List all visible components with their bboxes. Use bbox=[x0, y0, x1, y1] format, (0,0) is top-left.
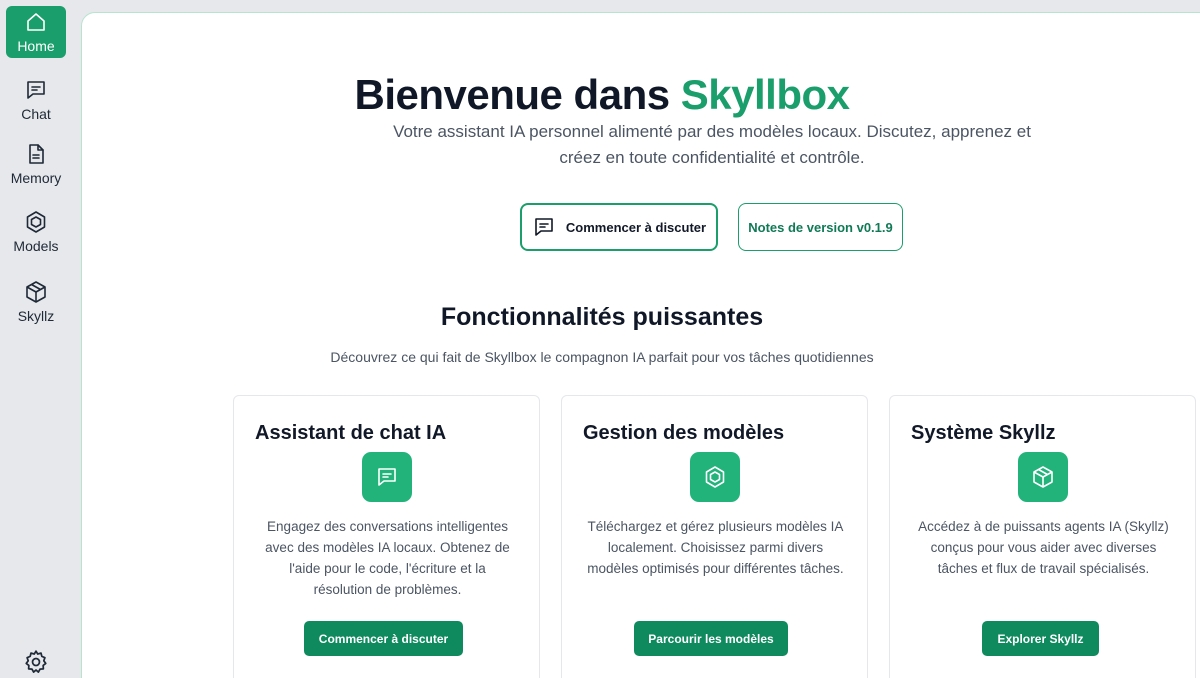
card-icon-box bbox=[362, 452, 412, 502]
card-icon-box bbox=[1018, 452, 1068, 502]
home-icon bbox=[27, 13, 45, 31]
sidebar-item-models[interactable]: Models bbox=[6, 206, 66, 258]
sidebar-item-memory[interactable]: Memory bbox=[6, 138, 66, 190]
sidebar-item-chat[interactable]: Chat bbox=[6, 74, 66, 126]
button-label: Commencer à discuter bbox=[565, 219, 707, 235]
chat-icon bbox=[27, 81, 45, 99]
card-title: Système Skyllz bbox=[911, 422, 1056, 444]
sidebar-item-skyllz[interactable]: Skyllz bbox=[6, 276, 66, 328]
sidebar-item-label: Chat bbox=[21, 106, 51, 122]
features-title: Fonctionnalités puissantes bbox=[440, 303, 764, 331]
feature-card-skyllz: Système Skyllz Accédez à de puissants ag… bbox=[889, 395, 1196, 678]
sidebar-item-label: Home bbox=[17, 38, 55, 54]
card-title: Assistant de chat IA bbox=[255, 422, 447, 444]
page-title: Bienvenue dans Skyllbox bbox=[82, 71, 1122, 119]
card-icon-box bbox=[690, 452, 740, 502]
gear-icon bbox=[25, 650, 47, 673]
feature-card-chat: Assistant de chat IA Engagez des convers… bbox=[233, 395, 540, 678]
feature-card-models: Gestion des modèles Téléchargez et gérez… bbox=[561, 395, 868, 678]
hexagon-icon bbox=[26, 211, 46, 233]
box-icon bbox=[26, 281, 46, 303]
sidebar-item-label: Memory bbox=[10, 170, 62, 186]
chat-icon bbox=[535, 218, 553, 236]
card-description: Téléchargez et gérez plusieurs modèles I… bbox=[587, 519, 844, 576]
button-label: Notes de version v0.1.9 bbox=[748, 219, 893, 235]
hexagon-icon bbox=[705, 466, 725, 488]
document-icon bbox=[29, 144, 44, 164]
chat-icon bbox=[378, 468, 396, 486]
start-chat-button[interactable]: Commencer à discuter bbox=[520, 203, 718, 251]
explore-skyllz-button[interactable]: Explorer Skyllz bbox=[982, 621, 1099, 656]
start-chat-card-button[interactable]: Commencer à discuter bbox=[304, 621, 463, 656]
title-prefix: Bienvenue dans bbox=[354, 71, 681, 118]
card-description: Accédez à de puissants agents IA (Skyllz… bbox=[918, 519, 1169, 576]
sidebar-item-label: Skyllz bbox=[17, 308, 55, 324]
release-notes-button[interactable]: Notes de version v0.1.9 bbox=[738, 203, 903, 251]
features-subtitle: Découvrez ce qui fait de Skyllbox le com… bbox=[330, 349, 874, 365]
browse-models-button[interactable]: Parcourir les modèles bbox=[634, 621, 788, 656]
box-icon bbox=[1033, 466, 1053, 488]
hero-subtitle: Votre assistant IA personnel alimenté pa… bbox=[393, 122, 1031, 167]
card-description: Engagez des conversations intelligentes … bbox=[265, 519, 510, 597]
card-title: Gestion des modèles bbox=[583, 422, 785, 444]
title-accent: Skyllbox bbox=[680, 71, 850, 118]
sidebar-item-home[interactable]: Home bbox=[6, 6, 66, 58]
main-panel: Bienvenue dans Skyllbox Votre assistant … bbox=[81, 12, 1200, 678]
sidebar-item-label: Models bbox=[13, 238, 59, 254]
sidebar: Home Chat Memory Models Skyllz bbox=[0, 0, 72, 678]
settings-button[interactable] bbox=[22, 648, 50, 676]
